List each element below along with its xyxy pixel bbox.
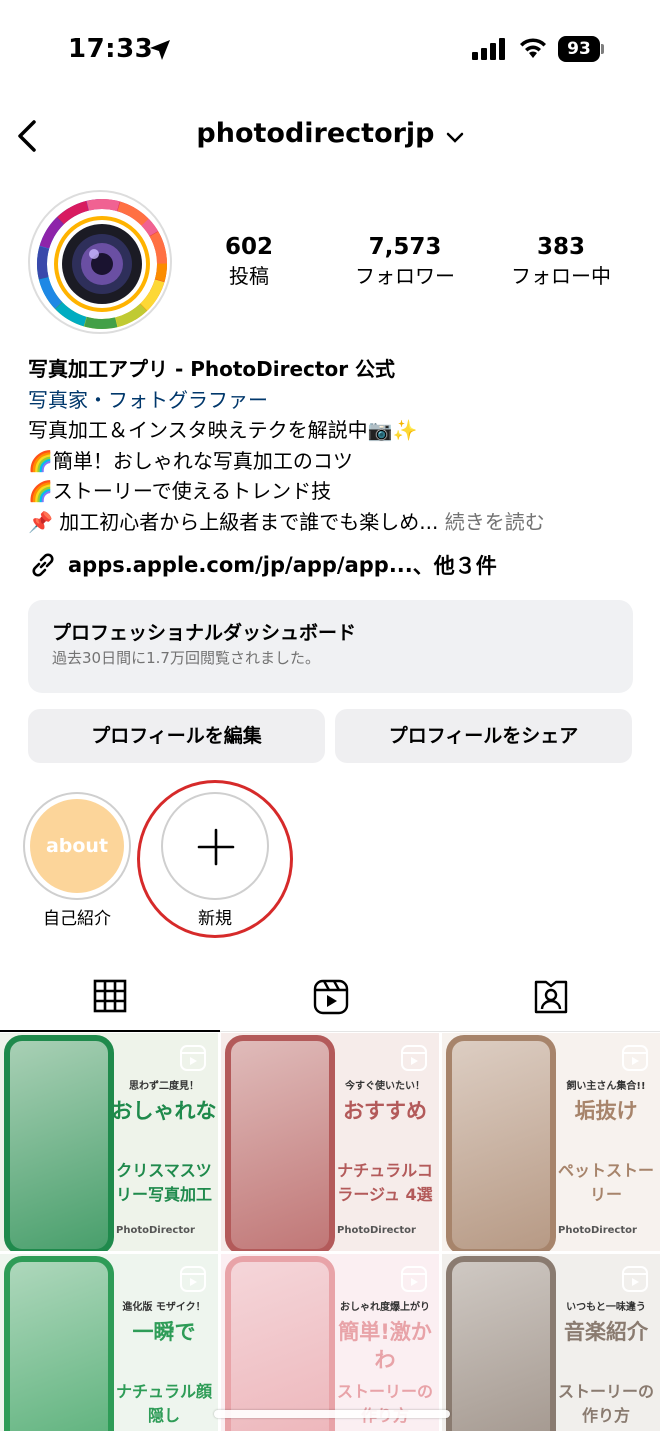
username[interactable]: photodirectorjp: [196, 118, 434, 149]
reel-badge-icon: [180, 1266, 206, 1292]
bio-link-url[interactable]: apps.apple.com/jp/app/app...: [68, 553, 413, 577]
bio-line-4: 📌 加工初心者から上級者まで誰でも楽しめ... 続きを読む: [28, 507, 638, 538]
post-caption-small: 思わず二度見！: [129, 1081, 199, 1092]
post-thumbnail-phone: [225, 1035, 335, 1251]
dashboard-subtitle: 過去30日間に1.7万回閲覧されました。: [52, 649, 320, 667]
bio-link-more[interactable]: 、他３件: [413, 550, 497, 580]
posts-label: 投稿: [229, 264, 269, 288]
bio-line-2: 🌈簡単！おしゃれな写真加工のコツ: [28, 448, 353, 473]
reel-badge-icon: [180, 1045, 206, 1071]
camera-lens-logo-icon: [37, 199, 167, 329]
edit-profile-button[interactable]: プロフィールを編集: [28, 709, 325, 763]
following-count: 383: [536, 234, 585, 260]
chevron-down-icon[interactable]: [446, 132, 464, 144]
post-brand: PhotoDirector: [116, 1225, 195, 1236]
reel-badge-icon: [401, 1045, 427, 1071]
tab-posts-grid[interactable]: [0, 962, 220, 1032]
grid-icon: [93, 979, 127, 1013]
bio-link[interactable]: apps.apple.com/jp/app/app... 、他３件: [28, 548, 497, 582]
post-brand: PhotoDirector: [337, 1225, 416, 1236]
reel-badge-icon: [622, 1266, 648, 1292]
home-indicator[interactable]: [214, 1410, 450, 1418]
post-tile[interactable]: 飼い主さん集合!! 垢抜け ペットストーリー PhotoDirector: [442, 1033, 660, 1251]
post-caption-mid: ストーリーの作り方: [336, 1382, 433, 1425]
dashboard-title: プロフェッショナルダッシュボード: [52, 622, 357, 644]
post-thumbnail-phone: [446, 1256, 556, 1431]
post-caption-big: 一瞬で: [132, 1320, 196, 1344]
stat-following[interactable]: 383 フォロー中: [496, 232, 626, 290]
profile-category[interactable]: 写真家・フォトグラファー: [28, 385, 638, 416]
highlight-label: 自己紹介: [43, 909, 111, 929]
post-caption-small: 進化版 モザイク！: [122, 1302, 206, 1313]
post-caption-big: おしゃれな: [111, 1099, 217, 1123]
bio-line-4-text: 📌 加工初心者から上級者まで誰でも楽しめ...: [28, 509, 439, 534]
post-caption-small: いつもと一味違う: [566, 1302, 646, 1313]
highlight-cover: about: [30, 799, 124, 893]
post-tile[interactable]: おしゃれ度爆上がり 簡単!激かわ ストーリーの作り方: [221, 1254, 439, 1431]
cellular-signal-icon: [472, 38, 505, 60]
display-name: 写真加工アプリ - PhotoDirector 公式: [28, 357, 396, 381]
annotation-circle: [137, 780, 293, 938]
post-caption-mid: ペットストーリー: [557, 1161, 654, 1204]
share-profile-button[interactable]: プロフィールをシェア: [335, 709, 632, 763]
posts-grid: 思わず二度見！ おしゃれな クリスマスツリー写真加工 PhotoDirector…: [0, 1033, 660, 1431]
reels-icon: [313, 979, 349, 1015]
post-tile[interactable]: 進化版 モザイク！ 一瞬で ナチュラル顔隠し: [0, 1254, 218, 1431]
stat-followers[interactable]: 7,573 フォロワー: [340, 232, 470, 290]
stat-posts[interactable]: 602 投稿: [214, 232, 284, 290]
location-arrow-icon: [150, 40, 170, 60]
account-switcher[interactable]: photodirectorjp: [0, 118, 660, 149]
profile-tabs: [0, 962, 660, 1032]
status-time: 17:33: [68, 34, 154, 64]
post-thumbnail-phone: [4, 1256, 114, 1431]
highlight-ring: about: [23, 792, 131, 900]
battery-tip: [601, 44, 604, 54]
post-tile[interactable]: 思わず二度見！ おしゃれな クリスマスツリー写真加工 PhotoDirector: [0, 1033, 218, 1251]
battery-level: 93: [558, 36, 600, 62]
highlight-about[interactable]: about 自己紹介: [22, 792, 132, 930]
post-thumbnail-phone: [225, 1256, 335, 1431]
post-caption-big: おすすめ: [343, 1099, 427, 1123]
reel-badge-icon: [622, 1045, 648, 1071]
profile-avatar[interactable]: [28, 190, 172, 334]
followers-count: 7,573: [368, 234, 442, 260]
tab-tagged[interactable]: [440, 962, 660, 1032]
post-caption-mid: ストーリーの作り方: [557, 1382, 654, 1425]
posts-count: 602: [224, 234, 273, 260]
post-caption-mid: ナチュラルコラージュ 4選: [337, 1161, 433, 1204]
professional-dashboard[interactable]: プロフェッショナルダッシュボード 過去30日間に1.7万回閲覧されました。: [28, 600, 633, 693]
post-caption-mid: クリスマスツリー写真加工: [115, 1161, 212, 1204]
post-thumbnail-phone: [446, 1035, 556, 1251]
battery-indicator: 93: [558, 36, 604, 62]
post-brand: PhotoDirector: [558, 1225, 637, 1236]
post-caption-big: 音楽紹介: [564, 1320, 648, 1344]
post-caption-small: 今すぐ使いたい！: [345, 1081, 425, 1092]
followers-label: フォロワー: [355, 264, 455, 288]
post-caption-mid: ナチュラル顔隠し: [115, 1382, 212, 1425]
post-caption-small: おしゃれ度爆上がり: [340, 1302, 430, 1313]
tab-reels[interactable]: [220, 962, 440, 1032]
post-caption-big: 簡単!激かわ: [338, 1320, 432, 1372]
bio-line-3: 🌈ストーリーで使えるトレンド技: [28, 479, 332, 503]
post-tile[interactable]: 今すぐ使いたい！ おすすめ ナチュラルコラージュ 4選 PhotoDirecto…: [221, 1033, 439, 1251]
link-icon: [32, 553, 54, 577]
post-tile[interactable]: いつもと一味違う 音楽紹介 ストーリーの作り方: [442, 1254, 660, 1431]
post-caption-big: 垢抜け: [574, 1099, 638, 1123]
tagged-person-icon: [534, 980, 568, 1014]
following-label: フォロー中: [511, 264, 611, 288]
post-caption-small: 飼い主さん集合!!: [566, 1081, 646, 1092]
wifi-icon: [520, 38, 546, 58]
bio-line-1: 写真加工＆インスタ映えテクを解説中📷✨: [28, 418, 418, 442]
reel-badge-icon: [401, 1266, 427, 1292]
status-bar: 17:33 93: [0, 0, 660, 100]
post-thumbnail-phone: [4, 1035, 114, 1251]
read-more-link[interactable]: 続きを読む: [445, 510, 545, 534]
profile-bio: 写真加工アプリ - PhotoDirector 公式 写真家・フォトグラファー …: [28, 354, 638, 537]
